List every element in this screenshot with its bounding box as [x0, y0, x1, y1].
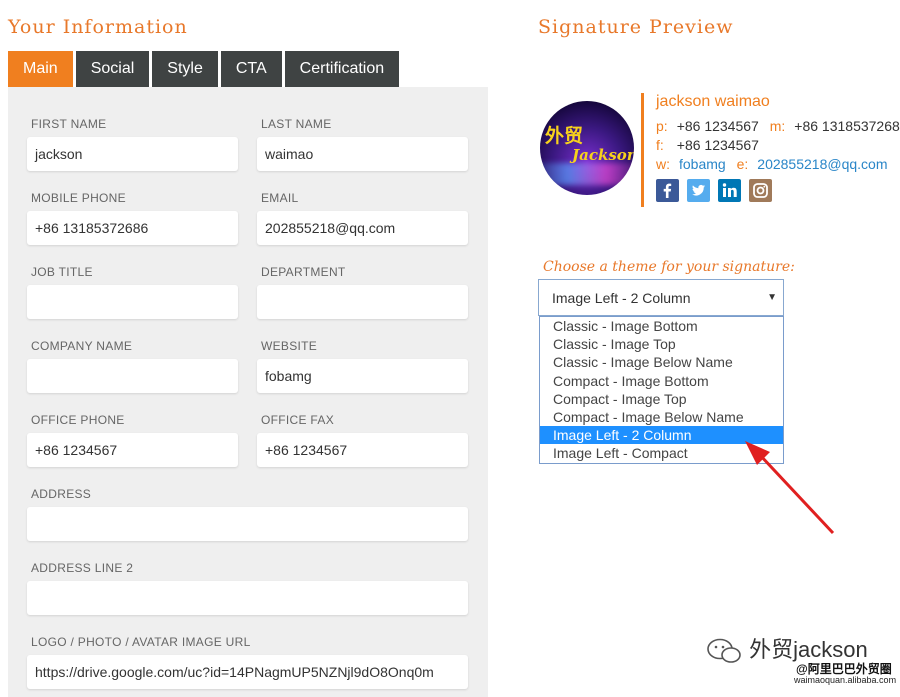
wechat-logo-icon	[707, 638, 741, 663]
watermark-main: 外贸jackson	[749, 637, 868, 662]
annotation-arrow	[745, 441, 835, 535]
watermark-line3: waimaoquan.alibaba.com	[794, 675, 897, 685]
